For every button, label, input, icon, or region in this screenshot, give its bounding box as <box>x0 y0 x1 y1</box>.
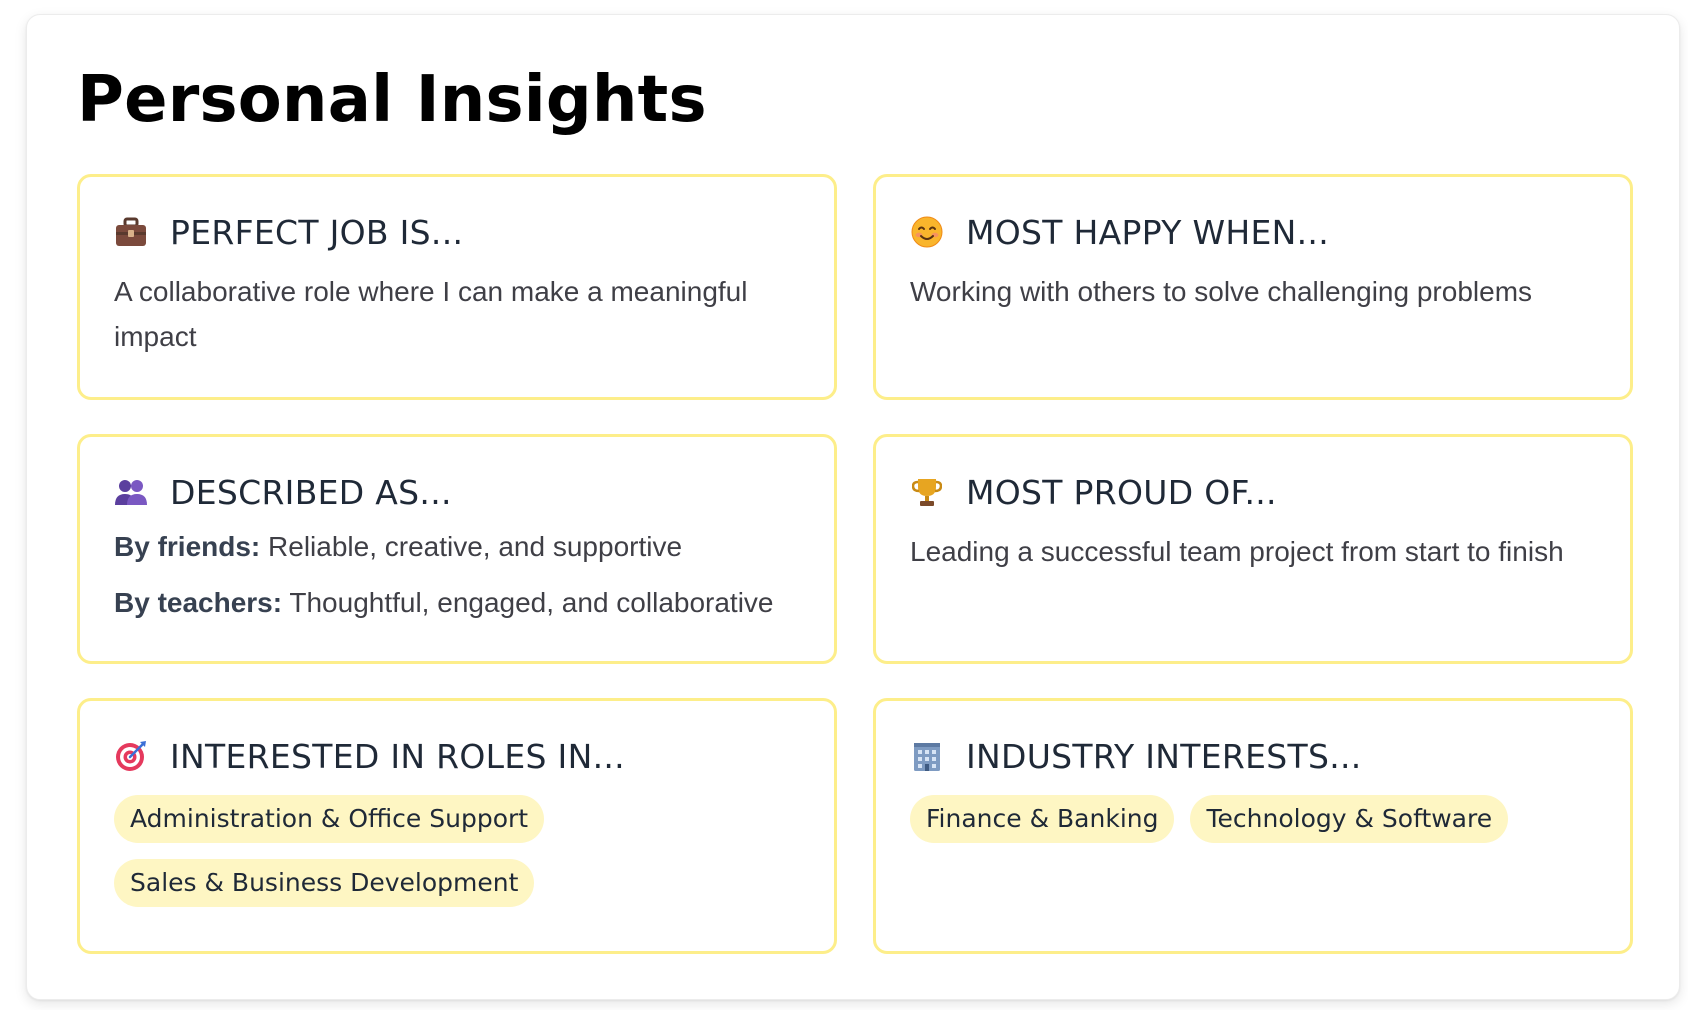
briefcase-icon <box>114 215 148 249</box>
card-title: INDUSTRY INTERESTS... <box>966 736 1362 776</box>
insights-grid: PERFECT JOB IS... A collaborative role w… <box>77 174 1635 954</box>
card-header: MOST PROUD OF... <box>910 469 1596 515</box>
industry-tag: Finance & Banking <box>910 795 1175 843</box>
card-industry-interests: INDUSTRY INTERESTS... Finance & Banking … <box>873 698 1633 954</box>
card-header: INDUSTRY INTERESTS... <box>910 733 1596 779</box>
card-text: A collaborative role where I can make a … <box>114 276 748 352</box>
roles-tag-list: Administration & Office Support Sales & … <box>114 795 800 907</box>
people-icon <box>114 475 148 509</box>
card-title: PERFECT JOB IS... <box>170 212 464 252</box>
card-header: INTERESTED IN ROLES IN... <box>114 733 800 779</box>
teachers-label: By teachers: <box>114 587 283 618</box>
page-title: Personal Insights <box>77 63 707 137</box>
industry-tag: Technology & Software <box>1190 795 1509 843</box>
friends-label: By friends: <box>114 531 261 562</box>
card-text: Leading a successful team project from s… <box>910 536 1564 567</box>
card-title: MOST HAPPY WHEN... <box>966 212 1330 252</box>
target-icon <box>114 739 148 773</box>
card-title: MOST PROUD OF... <box>966 472 1277 512</box>
card-text: Working with others to solve challenging… <box>910 276 1533 307</box>
card-most-happy: MOST HAPPY WHEN... Working with others t… <box>873 174 1633 400</box>
personal-insights-panel: Personal Insights PERFECT JOB IS... A co… <box>26 14 1680 1000</box>
described-by-teachers: By teachers: Thoughtful, engaged, and co… <box>114 585 800 621</box>
card-described-as: DESCRIBED AS... By friends: Reliable, cr… <box>77 434 837 664</box>
industry-tag-list: Finance & Banking Technology & Software <box>910 795 1596 843</box>
trophy-icon <box>910 475 944 509</box>
office-building-icon <box>910 739 944 773</box>
friends-text: Reliable, creative, and supportive <box>260 531 683 562</box>
card-perfect-job: PERFECT JOB IS... A collaborative role w… <box>77 174 837 400</box>
card-most-proud: MOST PROUD OF... Leading a successful te… <box>873 434 1633 664</box>
card-interested-roles: INTERESTED IN ROLES IN... Administration… <box>77 698 837 954</box>
role-tag: Sales & Business Development <box>114 859 535 907</box>
teachers-text: Thoughtful, engaged, and collaborative <box>282 587 774 618</box>
card-title: INTERESTED IN ROLES IN... <box>170 736 625 776</box>
role-tag: Administration & Office Support <box>114 795 545 843</box>
described-by-friends: By friends: Reliable, creative, and supp… <box>114 529 800 565</box>
card-header: DESCRIBED AS... <box>114 469 800 515</box>
smiling-face-icon <box>910 215 944 249</box>
card-header: MOST HAPPY WHEN... <box>910 209 1596 255</box>
card-title: DESCRIBED AS... <box>170 472 452 512</box>
card-header: PERFECT JOB IS... <box>114 209 800 255</box>
